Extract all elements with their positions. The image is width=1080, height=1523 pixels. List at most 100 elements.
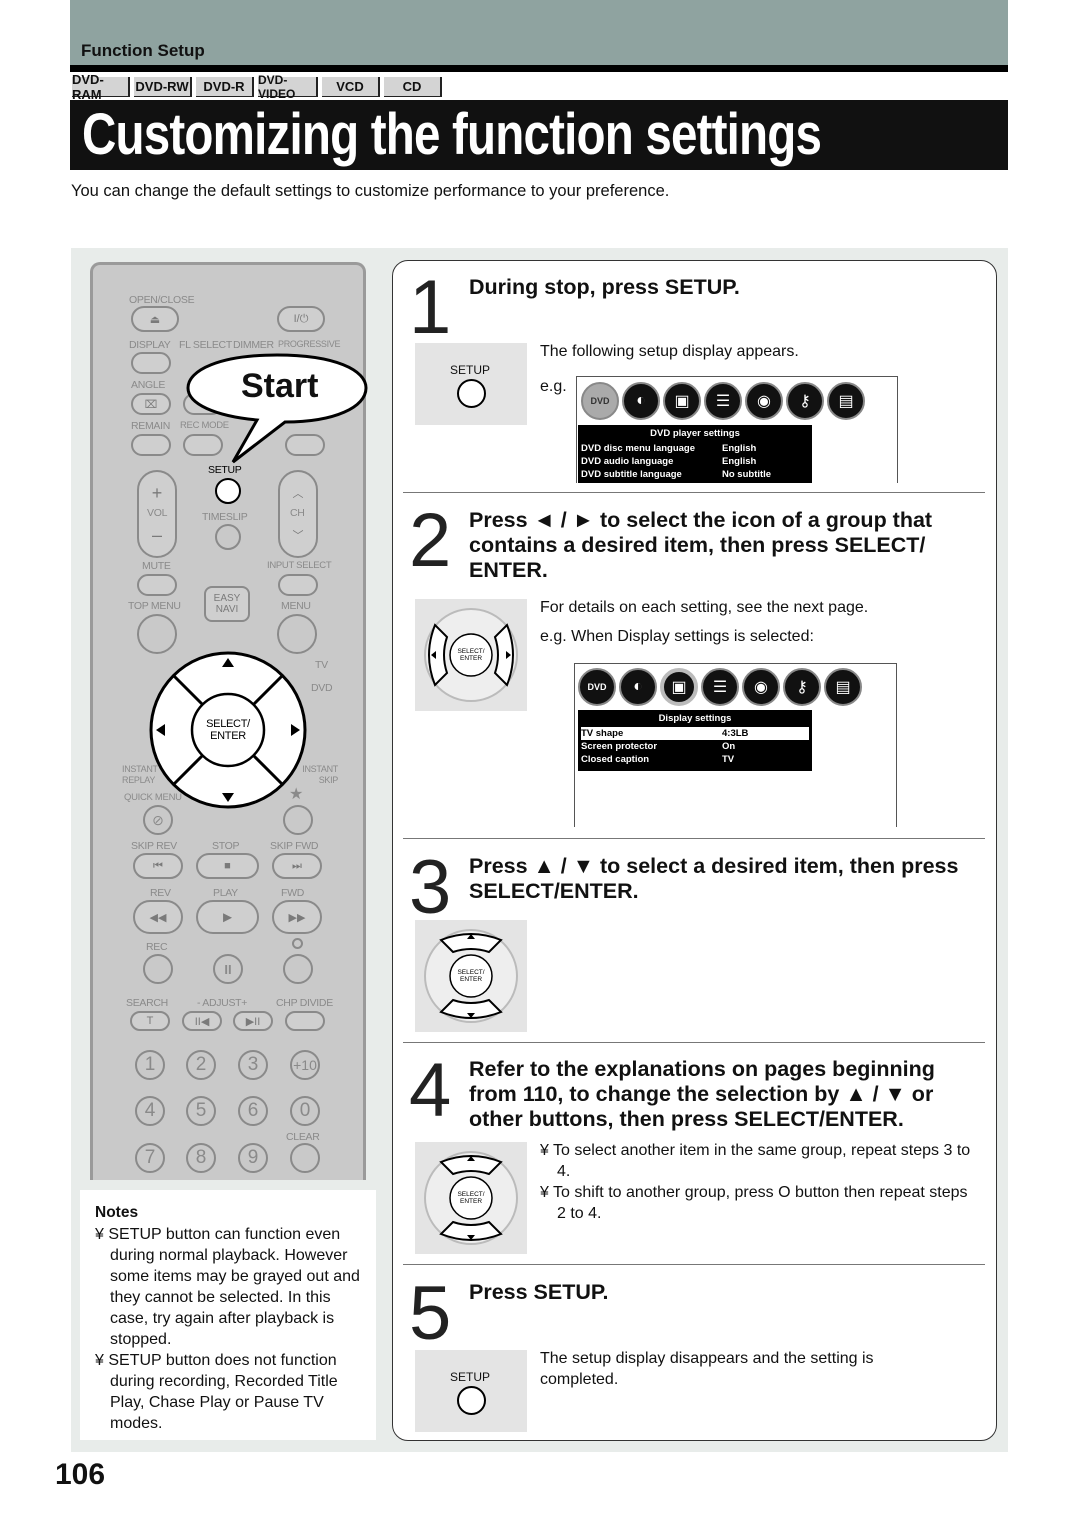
badge-dvd-rw: DVD-RW: [134, 77, 192, 97]
step-bullet: ¥ To select another item in the same gro…: [540, 1142, 971, 1180]
step-heading: During stop, press SETUP.: [469, 275, 740, 299]
step-number: 2: [409, 498, 452, 583]
disc-icon: ◉: [742, 668, 780, 706]
remote-label: FL SELECT: [179, 339, 232, 351]
timeslip-button: [215, 524, 241, 550]
remote-button: [283, 954, 313, 984]
search-t-button: T: [130, 1011, 170, 1031]
settings-row: DVD audio language English: [581, 456, 757, 467]
remote-label: ANGLE: [131, 379, 166, 391]
settings-row: DVD disc menu language English: [581, 443, 757, 454]
remote-label: QUICK MENU: [124, 792, 182, 803]
angle-icon: ⌧: [131, 393, 171, 415]
setup-button-label: SETUP: [450, 1370, 491, 1384]
quick-menu-icon: ⊘: [143, 805, 173, 835]
disc-badges: DVD-RAM DVD-RW DVD-R DVD-VIDEO VCD CD: [72, 72, 442, 102]
clear-button: [290, 1143, 320, 1173]
remote-label: OPEN/CLOSE: [129, 294, 195, 306]
step-number: 3: [409, 845, 452, 930]
number-button: 1: [135, 1050, 165, 1080]
page-number: 106: [55, 1458, 106, 1491]
stop-icon: ■: [196, 853, 259, 879]
rec-button: [143, 954, 173, 984]
remote-label: DIMMER: [233, 339, 274, 351]
section-header: Function Setup: [70, 0, 1008, 65]
setup-icon-row: DVD ◐ ▣ ☰ ◉ ⚷ ▤: [581, 382, 865, 420]
dpad-up-down-illustration: SELECT/ENTER: [415, 920, 527, 1032]
number-button: +10: [290, 1050, 320, 1080]
chp-divide-button: [285, 1011, 325, 1031]
remote-label: TOP MENU: [128, 600, 181, 612]
settings-table-title: DVD player settings: [650, 428, 740, 439]
svg-text:SELECT/: SELECT/: [457, 648, 484, 655]
step-number: 4: [409, 1048, 452, 1133]
remote-label: PLAY: [213, 887, 238, 899]
remote-label: STOP: [212, 840, 240, 852]
step-divider: [403, 838, 985, 839]
settings-row: DVD subtitle language No subtitle: [581, 469, 772, 480]
fast-forward-icon: ▶▶: [272, 900, 322, 934]
remote-button: [283, 805, 313, 835]
lock-key-icon: ⚷: [783, 668, 821, 706]
number-button: 9: [238, 1143, 268, 1173]
menu-button: [277, 614, 317, 654]
audio-icon: ☰: [701, 668, 739, 706]
remote-label: INSTANT REPLAY: [122, 764, 158, 785]
step-heading: Press ▲ / ▼ to select a desired item, th…: [469, 854, 959, 903]
remote-label: CHP DIVIDE: [276, 997, 333, 1009]
step-divider: [403, 492, 985, 493]
setup-button: [457, 379, 486, 408]
adjust-minus-icon: II◀: [182, 1011, 222, 1031]
number-button: 7: [135, 1143, 165, 1173]
remote-label: INSTANT SKIP: [302, 764, 338, 785]
note-item: ¥ SETUP button does not function during …: [95, 1352, 338, 1432]
remote-label: SEARCH: [126, 997, 168, 1009]
remote-label: - ADJUST+: [197, 997, 248, 1009]
indicator-icon: [292, 938, 303, 949]
settings-row: Screen protector On: [581, 741, 736, 752]
remote-label: TV: [315, 659, 328, 671]
setup-button-highlight: [215, 478, 241, 504]
remote-button: [131, 434, 171, 456]
example-label: e.g.: [540, 378, 567, 395]
device-icon: ▤: [824, 668, 862, 706]
power-icon: I/⏻: [277, 306, 325, 332]
device-icon: ▤: [827, 382, 865, 420]
setup-button-illustration: SETUP: [415, 1350, 527, 1432]
play-icon: ►: [196, 900, 259, 934]
number-button: 3: [238, 1050, 268, 1080]
setup-button-illustration: SETUP: [415, 343, 527, 425]
settings-row-selected: TV shape 4:3LB: [581, 727, 809, 740]
badge-dvd-video: DVD-VIDEO: [258, 73, 318, 101]
svg-text:SELECT/: SELECT/: [457, 1191, 484, 1198]
remote-button: [137, 574, 177, 596]
dpad-up-down-illustration: SELECT/ENTER: [415, 1142, 527, 1254]
number-button: 5: [186, 1096, 216, 1126]
step-heading: Refer to the explanations on pages begin…: [469, 1057, 935, 1131]
eject-icon: ⏏: [131, 306, 179, 332]
remote-label: INPUT SELECT: [267, 560, 332, 571]
intro-text: You can change the default settings to c…: [71, 182, 670, 200]
remote-label: MENU: [281, 600, 311, 612]
badge-vcd: VCD: [322, 77, 380, 97]
step-bullet: ¥ To shift to another group, press O but…: [540, 1184, 968, 1222]
divider: [70, 65, 1008, 72]
remote-label: TIMESLIP: [202, 511, 248, 523]
display-icon: ▣: [663, 382, 701, 420]
remote-label: SKIP REV: [131, 840, 177, 852]
remote-label: SKIP FWD: [270, 840, 319, 852]
svg-text:SELECT/: SELECT/: [457, 969, 484, 976]
skip-rev-icon: ⏮: [133, 853, 183, 879]
number-button: 8: [186, 1143, 216, 1173]
top-menu-button: [137, 614, 177, 654]
picture-icon: ◐: [619, 668, 657, 706]
remote-button: [131, 352, 171, 374]
number-button: 6: [238, 1096, 268, 1126]
notes-box: Notes ¥ SETUP button can function even d…: [80, 1190, 376, 1440]
notes-title: Notes: [95, 1204, 139, 1221]
audio-icon: ☰: [704, 382, 742, 420]
display-icon: ▣: [660, 668, 698, 706]
badge-dvd-ram: DVD-RAM: [72, 72, 130, 102]
settings-table: Display settings TV shape 4:3LB Screen pr…: [578, 710, 812, 771]
remote-label: REC: [146, 941, 168, 953]
